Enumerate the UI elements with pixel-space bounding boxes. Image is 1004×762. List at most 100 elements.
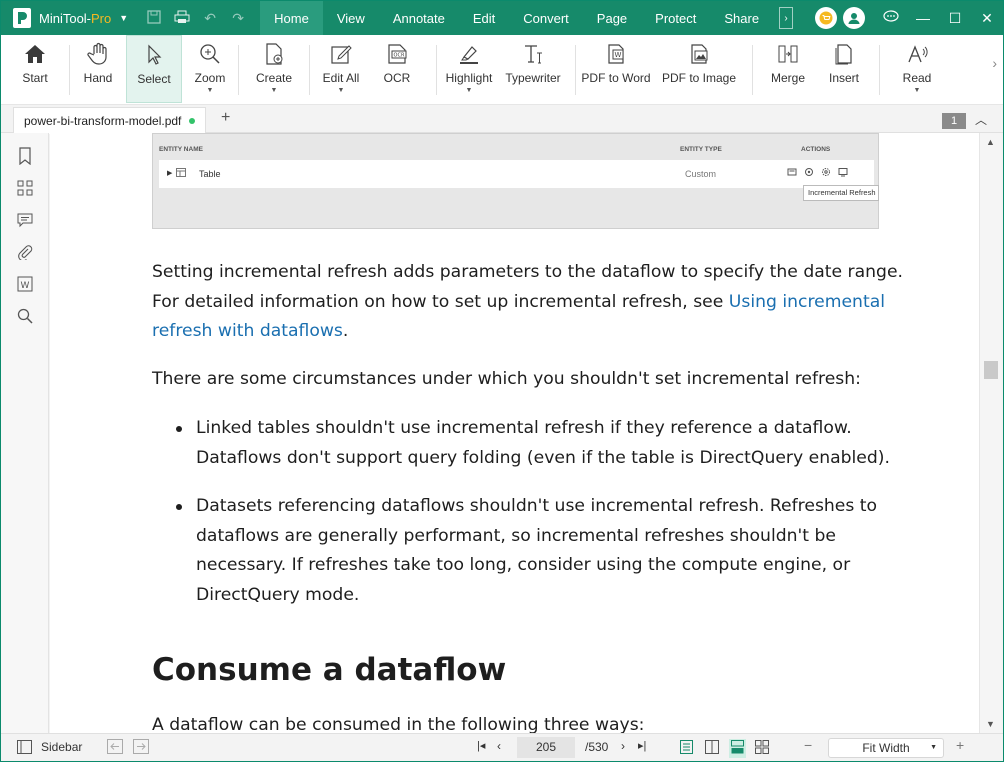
bullet-linked-tables: Linked tables shouldn't use incremental …	[196, 418, 890, 468]
prev-page-icon[interactable]: ‹	[497, 739, 501, 753]
hand-label: Hand	[83, 71, 113, 85]
insert-button[interactable]: Insert	[823, 35, 865, 103]
zoom-caret-icon: ▼	[206, 87, 214, 94]
settings-action-icon	[822, 168, 830, 176]
menu-share[interactable]: Share	[710, 1, 773, 35]
col-entity-type: ENTITY TYPE	[680, 146, 722, 153]
paragraph-incremental-refresh: Setting incremental refresh adds paramet…	[152, 258, 903, 347]
last-page-icon[interactable]: ▸|	[638, 739, 646, 752]
properties-action-icon	[838, 168, 848, 177]
collapse-ribbon-icon[interactable]: ︿	[975, 111, 987, 128]
ocr-icon: OCR	[386, 41, 408, 67]
incremental-refresh-link[interactable]: Using incremental	[729, 292, 885, 312]
incremental-refresh-tooltip: Incremental Refresh	[803, 185, 879, 201]
close-icon[interactable]: ✕	[971, 10, 1003, 27]
read-aloud-icon	[906, 41, 928, 67]
vertical-scrollbar[interactable]: ▲ ▼	[979, 133, 1001, 733]
zoom-in-status-icon[interactable]: +	[956, 737, 964, 753]
first-page-icon[interactable]: |◂	[477, 739, 485, 752]
menu-home[interactable]: Home	[260, 1, 323, 35]
next-page-icon[interactable]: ›	[621, 739, 625, 753]
account-icon[interactable]	[843, 7, 865, 29]
create-pdf-icon	[264, 41, 284, 67]
scroll-up-icon[interactable]: ▲	[986, 137, 995, 147]
ribbon-toolbar: Start Hand Select Zoom ▼ Create ▼ Edit A…	[1, 35, 1003, 105]
print-icon[interactable]	[168, 10, 196, 27]
feedback-icon[interactable]	[875, 9, 907, 27]
table-icon	[176, 168, 186, 179]
pdf-to-image-button[interactable]: PDF to Image	[656, 35, 742, 103]
hand-button[interactable]: Hand	[70, 35, 126, 103]
zoom-select[interactable]: Fit Width ▼	[828, 738, 944, 758]
create-button[interactable]: Create ▼	[239, 35, 309, 103]
expand-arrow-icon: ▶	[167, 170, 173, 177]
scroll-down-icon[interactable]: ▼	[986, 719, 995, 729]
menu-more-chevron-icon[interactable]: ›	[779, 7, 794, 29]
menu-protect[interactable]: Protect	[641, 1, 710, 35]
status-bar: Sidebar |◂ ‹ 205 /530 › ▸| − Fit Width ▼…	[1, 733, 1003, 761]
p1-line2: For detailed information on how to set u…	[152, 291, 885, 312]
entity-row: ▶ Table Custom	[159, 160, 874, 188]
attachment-icon[interactable]	[16, 243, 34, 261]
app-name: MiniTool-Pro	[39, 10, 112, 26]
single-page-view-icon[interactable]	[680, 740, 693, 757]
saved-status-dot	[189, 118, 196, 124]
minimize-icon[interactable]: —	[907, 10, 939, 26]
redo-icon[interactable]: ↷	[224, 10, 252, 27]
menu-page[interactable]: Page	[583, 1, 641, 35]
word-icon[interactable]: W	[16, 275, 34, 293]
pdf-page: ENTITY NAME ENTITY TYPE ACTIONS ▶ Table …	[50, 133, 979, 733]
document-viewport[interactable]: ENTITY NAME ENTITY TYPE ACTIONS ▶ Table …	[50, 133, 979, 733]
menu-convert[interactable]: Convert	[509, 1, 583, 35]
app-menu-dropdown-icon[interactable]: ▼	[119, 13, 128, 23]
highlight-button[interactable]: Highlight ▼	[437, 35, 501, 103]
bullet-dot	[176, 426, 182, 432]
add-tab-icon[interactable]: +	[221, 109, 230, 127]
cursor-icon	[145, 42, 163, 68]
svg-text:W: W	[21, 281, 30, 291]
entity-table-header: ENTITY NAME ENTITY TYPE ACTIONS	[159, 140, 874, 160]
title-bar: MiniTool-Pro ▼ ↶ ↷ Home View Annotate Ed…	[1, 1, 1003, 35]
pdf-to-image-icon	[688, 41, 710, 67]
typewriter-button[interactable]: Typewriter	[501, 35, 565, 103]
scroll-thumb[interactable]	[984, 361, 998, 379]
thumbnails-icon[interactable]	[16, 179, 34, 197]
menu-view[interactable]: View	[323, 1, 379, 35]
start-button[interactable]: Start	[1, 35, 69, 103]
ocr-button[interactable]: OCR OCR	[372, 35, 422, 103]
comments-icon[interactable]	[16, 211, 34, 229]
page-number-input[interactable]: 205	[517, 737, 575, 758]
continuous-view-icon[interactable]	[729, 739, 746, 758]
merge-button[interactable]: Merge	[753, 35, 823, 103]
hand-icon	[87, 41, 109, 67]
zoom-out-icon[interactable]: −	[804, 737, 812, 753]
maximize-icon[interactable]: ☐	[939, 10, 971, 27]
sidebar-toggle-icon[interactable]	[17, 740, 32, 757]
ribbon-scroll-right-icon[interactable]: ›	[992, 55, 997, 71]
typewriter-icon	[522, 41, 544, 67]
save-icon[interactable]	[140, 9, 168, 27]
select-button[interactable]: Select	[126, 35, 182, 103]
zoom-button[interactable]: Zoom ▼	[182, 35, 238, 103]
edit-action-icon	[787, 168, 797, 176]
action-icons	[787, 167, 848, 177]
read-caret-icon: ▼	[913, 87, 921, 94]
two-page-view-icon[interactable]	[705, 740, 719, 757]
search-icon[interactable]	[16, 307, 34, 325]
nav-back-icon[interactable]	[107, 739, 123, 757]
menu-annotate[interactable]: Annotate	[379, 1, 459, 35]
sidebar-toggle-label[interactable]: Sidebar	[41, 740, 82, 754]
read-button[interactable]: Read ▼	[880, 35, 954, 103]
menu-edit[interactable]: Edit	[459, 1, 509, 35]
edit-all-button[interactable]: Edit All ▼	[310, 35, 372, 103]
document-tab[interactable]: power-bi-transform-model.pdf	[13, 107, 207, 134]
app-logo-icon	[11, 7, 33, 29]
zoom-value: Fit Width	[862, 741, 910, 755]
grid-view-icon[interactable]	[755, 740, 769, 757]
cart-icon[interactable]	[815, 7, 837, 29]
nav-forward-icon[interactable]	[133, 739, 149, 757]
incremental-refresh-link-cont[interactable]: refresh with dataflows	[152, 321, 343, 341]
pdf-to-word-button[interactable]: W PDF to Word	[576, 35, 656, 103]
bookmark-icon[interactable]	[16, 147, 34, 165]
undo-icon[interactable]: ↶	[196, 10, 224, 27]
